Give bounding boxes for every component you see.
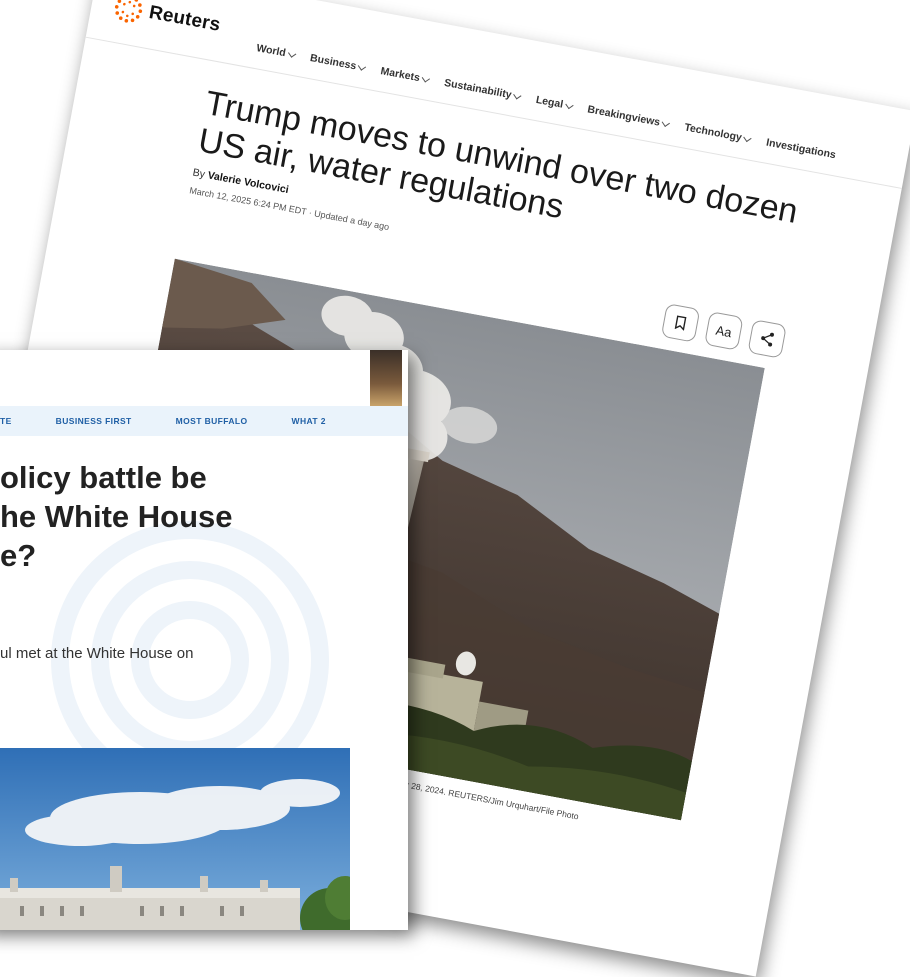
bookmark-icon — [674, 315, 687, 331]
chevron-down-icon — [513, 90, 522, 100]
share-button[interactable] — [747, 319, 787, 359]
nav-item-business[interactable]: Business — [309, 52, 367, 74]
nav-item-most-buffalo[interactable]: MOST BUFFALO — [176, 416, 248, 426]
chevron-down-icon — [743, 133, 753, 142]
reuters-logo[interactable]: Reuters — [111, 0, 223, 41]
nav-label: Technology — [683, 121, 743, 144]
nav-item-technology[interactable]: Technology — [683, 121, 753, 145]
nav-item-sustainability[interactable]: Sustainability — [443, 76, 522, 103]
chevron-down-icon — [421, 73, 431, 83]
nav-item-breakingviews[interactable]: Breakingviews — [586, 103, 671, 130]
top-image-strip — [0, 350, 408, 406]
chevron-down-icon — [287, 48, 296, 58]
business-first-article-screenshot: TE BUSINESS FIRST MOST BUFFALO WHAT 2 ol… — [0, 350, 408, 930]
reuters-logo-icon — [114, 0, 143, 23]
text-size-label: Aa — [714, 322, 734, 340]
chevron-down-icon — [661, 118, 671, 127]
nav-label: Business — [309, 52, 358, 73]
nav-label: World — [255, 42, 287, 60]
byline-prefix: By — [191, 166, 206, 181]
nav-item-what[interactable]: WHAT 2 — [292, 416, 326, 426]
nav-label: Breakingviews — [586, 103, 662, 129]
nav-item-legal[interactable]: Legal — [534, 93, 574, 112]
text-size-button[interactable]: Aa — [704, 311, 744, 351]
nav-item-investigations[interactable]: Investigations — [765, 137, 837, 162]
share-icon — [761, 332, 774, 347]
article-dek: ul met at the White House on — [0, 645, 194, 662]
article-headline: olicy battle be he White House e? — [0, 458, 408, 575]
article-actions: Aa — [660, 303, 787, 359]
bf-nav: TE BUSINESS FIRST MOST BUFFALO WHAT 2 — [0, 406, 408, 436]
chevron-down-icon — [565, 100, 574, 109]
publish-date: March 12, 2025 6:24 PM EDT · Updated a d… — [188, 185, 391, 233]
thumbnail-image — [370, 350, 402, 406]
headline-line: olicy battle be — [0, 460, 207, 495]
bookmark-button[interactable] — [660, 303, 701, 343]
nav-label: Markets — [379, 65, 421, 85]
nav-item-markets[interactable]: Markets — [379, 65, 431, 86]
headline-line: he White House — [0, 499, 233, 534]
nav-label: Investigations — [765, 136, 837, 162]
nav-item-business-first[interactable]: BUSINESS FIRST — [56, 416, 132, 426]
reuters-logo-text: Reuters — [147, 2, 223, 36]
nav-label: Legal — [534, 93, 565, 111]
nav-item-world[interactable]: World — [255, 42, 296, 61]
nav-label: Sustainability — [443, 76, 513, 102]
white-house-photo — [0, 748, 350, 930]
nav-item-te[interactable]: TE — [0, 416, 12, 426]
headline-line: e? — [0, 538, 37, 573]
chevron-down-icon — [358, 61, 367, 71]
